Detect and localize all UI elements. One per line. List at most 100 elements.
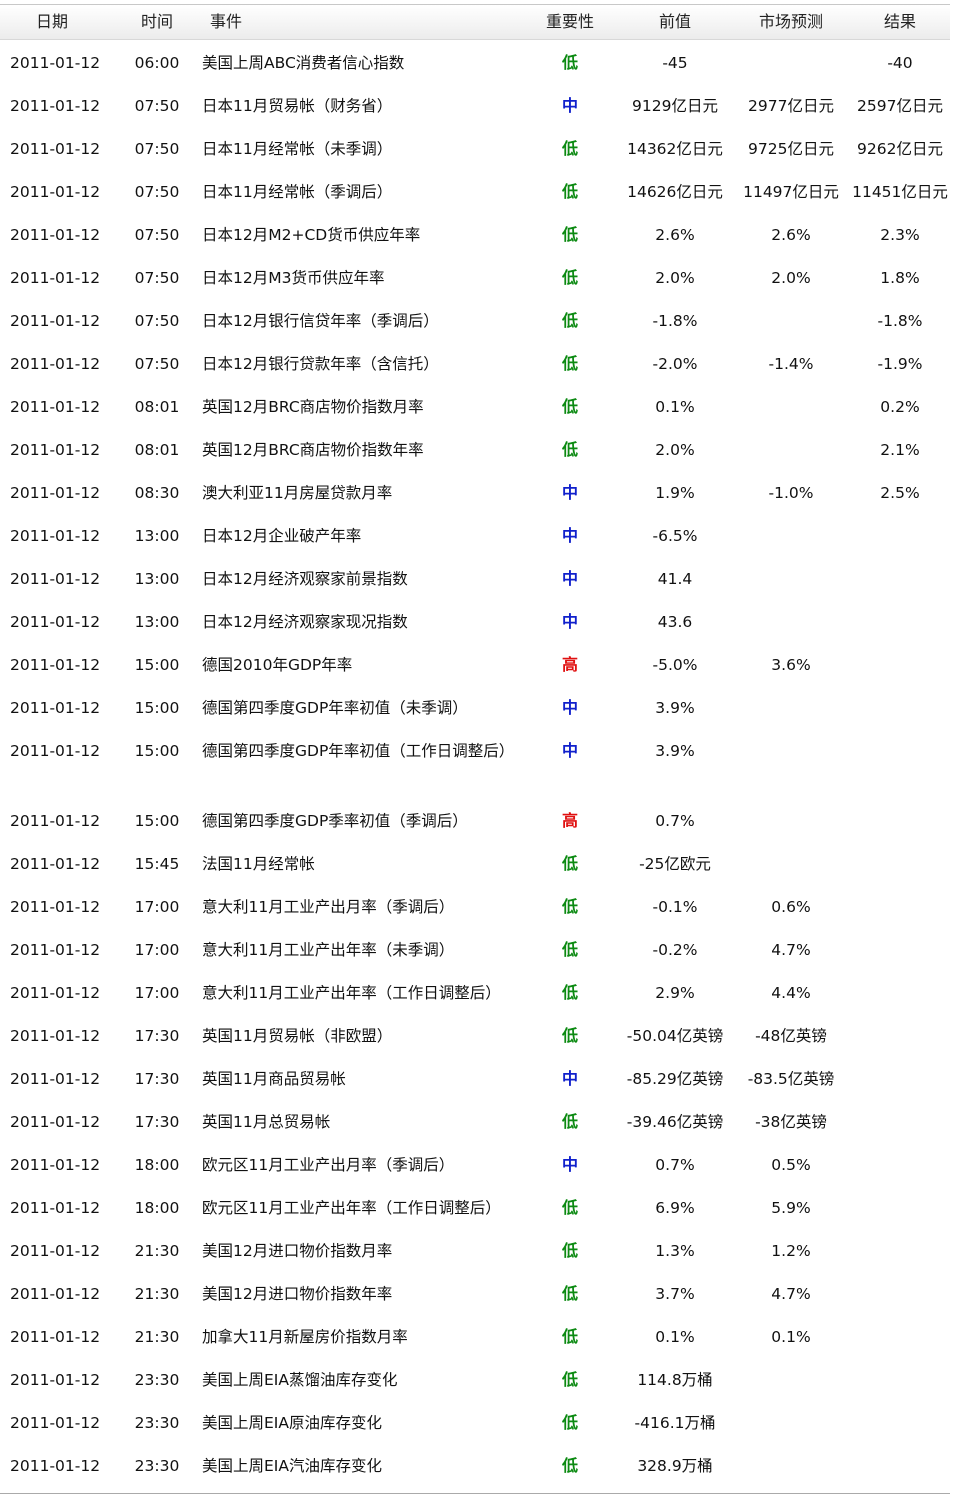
cell-forecast bbox=[732, 384, 850, 427]
cell-previous: -6.5% bbox=[652, 527, 698, 545]
cell-result: 2.3% bbox=[880, 226, 920, 244]
cell-previous: 2.0% bbox=[655, 441, 695, 459]
cell-previous: 0.7% bbox=[655, 1156, 695, 1174]
cell-time: 07:50 bbox=[134, 140, 180, 158]
cell-time: 17:30 bbox=[134, 1027, 180, 1045]
cell-importance: 低 bbox=[561, 225, 578, 244]
cell-previous: -39.46亿英镑 bbox=[626, 1113, 724, 1131]
cell-previous: 3.9% bbox=[655, 699, 695, 717]
cell-time: 07:50 bbox=[134, 97, 180, 115]
cell-event: 美国12月进口物价指数年率 bbox=[202, 1285, 393, 1303]
cell-event: 英国12月BRC商店物价指数月率 bbox=[202, 398, 424, 416]
cell-importance: 低 bbox=[561, 1026, 578, 1045]
cell-result: 2.1% bbox=[880, 441, 920, 459]
cell-importance: 低 bbox=[561, 139, 578, 158]
cell-forecast: 9725亿日元 bbox=[748, 140, 834, 158]
cell-importance: 低 bbox=[561, 940, 578, 959]
table-header: 日期 时间 事件 重要性 前值 市场预测 结果 bbox=[0, 4, 950, 40]
cell-importance: 中 bbox=[561, 1155, 578, 1174]
cell-event: 日本12月M2+CD货币供应年率 bbox=[202, 226, 421, 244]
cell-forecast bbox=[732, 298, 850, 341]
cell-forecast: 1.2% bbox=[771, 1242, 811, 1260]
cell-importance: 低 bbox=[561, 1198, 578, 1217]
table-row: 2011-01-12 07:50 日本11月贸易帐（财务省） 中 9129亿日元 2977… bbox=[0, 83, 950, 126]
cell-importance: 低 bbox=[561, 1241, 578, 1260]
cell-time: 17:00 bbox=[134, 984, 180, 1002]
table-bottom-border bbox=[0, 1493, 950, 1494]
cell-previous: -0.1% bbox=[652, 898, 698, 916]
cell-result bbox=[850, 927, 950, 970]
cell-result bbox=[850, 884, 950, 927]
cell-result: 1.8% bbox=[880, 269, 920, 287]
cell-date: 2011-01-12 bbox=[10, 1328, 101, 1346]
cell-time: 17:00 bbox=[134, 898, 180, 916]
cell-date: 2011-01-12 bbox=[10, 1113, 101, 1131]
table-row: 2011-01-12 07:50 日本12月银行贷款年率（含信托） 低 -2.0% -1.… bbox=[0, 341, 950, 384]
cell-event: 日本12月经济观察家现况指数 bbox=[202, 613, 408, 631]
cell-importance: 低 bbox=[561, 440, 578, 459]
cell-event: 澳大利亚11月房屋贷款月率 bbox=[202, 484, 393, 502]
header-time: 时间 bbox=[140, 12, 173, 31]
cell-date: 2011-01-12 bbox=[10, 1414, 101, 1432]
cell-result: 9262亿日元 bbox=[857, 140, 943, 158]
header-forecast: 市场预测 bbox=[758, 12, 823, 31]
cell-forecast bbox=[732, 1443, 850, 1486]
cell-previous: 0.1% bbox=[655, 398, 695, 416]
cell-date: 2011-01-12 bbox=[10, 398, 101, 416]
cell-previous: -50.04亿英镑 bbox=[626, 1027, 724, 1045]
cell-time: 21:30 bbox=[134, 1242, 180, 1260]
table-row: 2011-01-12 15:00 德国第四季度GDP季率初值（季调后） 高 0.7% bbox=[0, 798, 950, 841]
cell-date: 2011-01-12 bbox=[10, 898, 101, 916]
cell-forecast bbox=[732, 841, 850, 884]
cell-forecast bbox=[732, 427, 850, 470]
cell-date: 2011-01-12 bbox=[10, 812, 101, 830]
cell-importance: 低 bbox=[561, 1284, 578, 1303]
cell-forecast: 4.7% bbox=[771, 941, 811, 959]
cell-event: 日本12月银行信贷年率（季调后） bbox=[202, 312, 439, 330]
cell-result bbox=[850, 1185, 950, 1228]
cell-importance: 低 bbox=[561, 53, 578, 72]
table-row: 2011-01-12 23:30 美国上周EIA汽油库存变化 低 328.9万桶 bbox=[0, 1443, 950, 1486]
cell-importance: 低 bbox=[561, 1456, 578, 1475]
cell-previous: 43.6 bbox=[657, 613, 693, 631]
table-row: 2011-01-12 17:00 意大利11月工业产出年率（工作日调整后） 低 2.9%… bbox=[0, 970, 950, 1013]
header-result: 结果 bbox=[883, 12, 916, 31]
cell-time: 07:50 bbox=[134, 312, 180, 330]
cell-forecast: -1.4% bbox=[768, 355, 814, 373]
cell-event: 德国2010年GDP年率 bbox=[202, 656, 353, 674]
cell-result bbox=[850, 1013, 950, 1056]
cell-forecast: 2.0% bbox=[771, 269, 811, 287]
table-row: 2011-01-12 15:00 德国第四季度GDP年率初值（未季调） 中 3.9% bbox=[0, 685, 950, 728]
cell-result: 0.2% bbox=[880, 398, 920, 416]
cell-result bbox=[850, 1056, 950, 1099]
cell-time: 15:45 bbox=[134, 855, 180, 873]
cell-forecast bbox=[732, 1400, 850, 1443]
cell-event: 德国第四季度GDP年率初值（未季调） bbox=[202, 699, 468, 717]
cell-forecast: 4.7% bbox=[771, 1285, 811, 1303]
cell-event: 欧元区11月工业产出年率（工作日调整后） bbox=[202, 1199, 501, 1217]
cell-forecast: 4.4% bbox=[771, 984, 811, 1002]
cell-forecast: -83.5亿英镑 bbox=[747, 1070, 835, 1088]
cell-event: 日本12月银行贷款年率（含信托） bbox=[202, 355, 439, 373]
cell-event: 英国11月总贸易帐 bbox=[202, 1113, 331, 1131]
cell-previous: 0.1% bbox=[655, 1328, 695, 1346]
table-row: 2011-01-12 23:30 美国上周EIA原油库存变化 低 -416.1万桶 bbox=[0, 1400, 950, 1443]
cell-previous: 1.9% bbox=[655, 484, 695, 502]
table-row: 2011-01-12 06:00 美国上周ABC消费者信心指数 低 -45 -40 bbox=[0, 40, 950, 83]
cell-previous: 3.7% bbox=[655, 1285, 695, 1303]
header-previous: 前值 bbox=[658, 12, 691, 31]
table-row: 2011-01-12 18:00 欧元区11月工业产出年率（工作日调整后） 低 6.9%… bbox=[0, 1185, 950, 1228]
table-row: 2011-01-12 13:00 日本12月企业破产年率 中 -6.5% bbox=[0, 513, 950, 556]
table-row: 2011-01-12 07:50 日本11月经常帐（未季调） 低 14362亿日元 972… bbox=[0, 126, 950, 169]
cell-previous: 0.7% bbox=[655, 812, 695, 830]
cell-date: 2011-01-12 bbox=[10, 97, 101, 115]
cell-result: -40 bbox=[887, 54, 913, 72]
table-row: 2011-01-12 07:50 日本11月经常帐（季调后） 低 14626亿日元 114… bbox=[0, 169, 950, 212]
cell-forecast: 5.9% bbox=[771, 1199, 811, 1217]
cell-date: 2011-01-12 bbox=[10, 613, 101, 631]
table-row: 2011-01-12 17:00 意大利11月工业产出月率（季调后） 低 -0.1% 0.… bbox=[0, 884, 950, 927]
cell-date: 2011-01-12 bbox=[10, 1371, 101, 1389]
cell-previous: -85.29亿英镑 bbox=[626, 1070, 724, 1088]
cell-time: 17:30 bbox=[134, 1113, 180, 1131]
cell-time: 17:00 bbox=[134, 941, 180, 959]
